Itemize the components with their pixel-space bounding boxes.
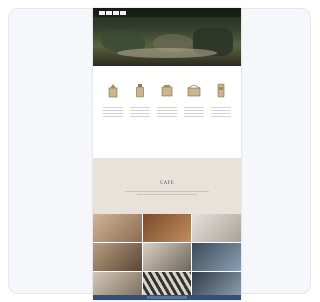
gallery-photo[interactable] [93, 214, 142, 242]
photo-gallery [93, 214, 241, 300]
gallery-photo[interactable] [93, 243, 142, 271]
feature-item [155, 82, 179, 152]
site-logo[interactable] [99, 10, 126, 15]
bottle-icon [217, 83, 225, 98]
footer-bar [93, 295, 241, 300]
box-icon [187, 84, 201, 97]
gallery-photo[interactable] [192, 214, 241, 242]
hero-image [93, 8, 241, 66]
footer-logo [147, 296, 187, 299]
feature-item [128, 82, 152, 152]
gallery-photo[interactable] [142, 214, 192, 242]
feature-item [209, 82, 233, 152]
features-section [93, 66, 241, 158]
bottle-icon [136, 84, 144, 98]
section-title: CAFE [160, 181, 174, 186]
feature-item [182, 82, 206, 152]
top-nav [93, 8, 241, 17]
gallery-photo[interactable] [142, 243, 192, 271]
box-icon [161, 85, 173, 97]
coffee-grinder-icon [108, 84, 118, 98]
about-section: CAFE [93, 158, 241, 214]
feature-item [101, 82, 125, 152]
webpage-preview[interactable]: CAFE [93, 8, 241, 300]
gallery-photo[interactable] [192, 243, 241, 271]
